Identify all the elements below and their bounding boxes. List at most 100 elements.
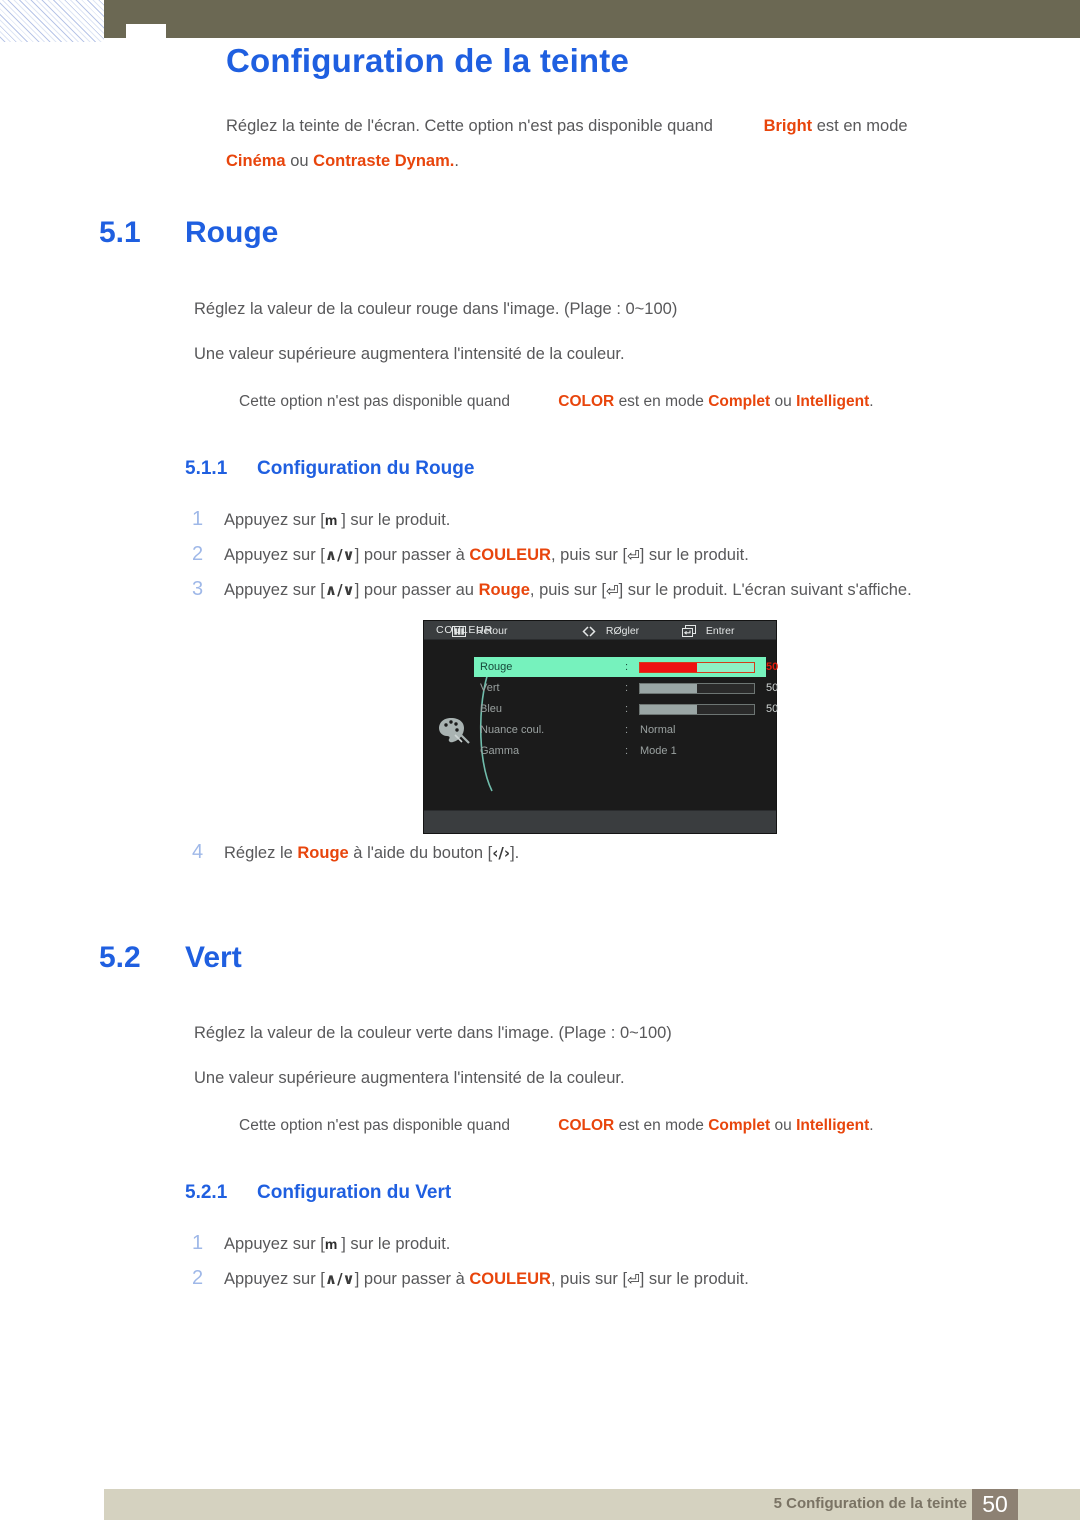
intro-term-bright: Bright — [763, 117, 813, 135]
section-heading-5-1: 5.1 Rouge — [99, 216, 278, 250]
enter-key-icon: ⏎ — [627, 547, 640, 565]
step-item: 2 Appuyez sur [∧/∨] pour passer à COULEUR… — [192, 1267, 749, 1290]
section-5-2-paragraph-2: Une valeur supérieure augmentera l'inten… — [194, 1069, 625, 1087]
step-number: 3 — [192, 578, 204, 600]
step-text-mid2: , puis sur [ — [550, 1270, 628, 1288]
step-text-post: ]. — [510, 844, 520, 862]
intro-text-post: est en mode — [816, 117, 908, 135]
step-number: 1 — [192, 508, 204, 530]
step-term-couleur: COULEUR — [469, 546, 551, 564]
osd-row-value: 50 — [766, 703, 779, 715]
enter-key-icon — [682, 625, 696, 638]
header-notch — [126, 24, 166, 38]
intro-text-pre: Réglez la teinte de l'écran. Cette optio… — [226, 117, 713, 135]
osd-row-label: Vert — [480, 682, 500, 694]
osd-slider-fill — [640, 663, 697, 672]
osd-row-bleu[interactable]: Bleu : 50 — [474, 699, 778, 719]
step-text-post: ] sur le produit. — [639, 546, 749, 564]
osd-row-colon: : — [625, 703, 629, 715]
section-title-5-1: Rouge — [185, 216, 279, 249]
osd-footer-label: Retour — [475, 625, 508, 638]
step-text-pre: Appuyez sur [ — [224, 1270, 325, 1288]
step-text-pre: Réglez le — [224, 844, 298, 862]
osd-body: Rouge : 50 Vert : 50 Bleu : 50 Nuance co… — [424, 639, 778, 811]
left-right-arrows-icon: ‹/› — [492, 844, 511, 862]
step-number: 2 — [192, 1267, 204, 1289]
osd-row-rouge[interactable]: Rouge : 50 — [474, 657, 778, 677]
step-text-pre: Appuyez sur [ — [224, 1235, 325, 1253]
step-term-rouge: Rouge — [297, 844, 349, 862]
osd-row-label: Bleu — [480, 703, 503, 715]
intro-conjunction: ou — [290, 152, 309, 170]
osd-footer-entrer[interactable]: Entrer — [682, 625, 735, 638]
decorative-stripe-pattern — [0, 0, 104, 42]
osd-row-label: Rouge — [480, 661, 513, 673]
up-down-arrows-icon: ∧/∨ — [324, 581, 355, 599]
osd-row-colon: : — [625, 724, 629, 736]
up-down-arrows-icon: ∧/∨ — [324, 1270, 355, 1288]
note-period: . — [869, 1117, 874, 1134]
note-term-intelligent: Intelligent — [796, 393, 870, 410]
step-item: 1 Appuyez sur [m ] sur le produit. — [192, 1232, 450, 1255]
step-text-post: ] sur le produit. L'écran suivant s'affi… — [618, 581, 912, 599]
section-title-5-2: Vert — [185, 941, 242, 974]
osd-slider-vert[interactable] — [639, 683, 755, 694]
osd-footer-label: Entrer — [705, 625, 735, 638]
osd-row-value: 50 — [766, 682, 779, 694]
note-term-color: COLOR — [558, 1117, 615, 1134]
osd-footer-retour[interactable]: Retour — [452, 625, 507, 637]
section-number-5-1-1: 5.1.1 — [185, 458, 228, 479]
step-text-post: ] sur le produit. — [341, 1235, 451, 1253]
step-text-mid: ] pour passer au — [354, 581, 479, 599]
step-text-pre: Appuyez sur [ — [224, 581, 325, 599]
note-pre-text: Cette option n'est pas disponible quand — [239, 1117, 510, 1134]
osd-row-nuance-coul[interactable]: Nuance coul. : Normal — [474, 720, 766, 740]
osd-row-vert[interactable]: Vert : 50 — [474, 678, 778, 698]
section-number-5-2-1: 5.2.1 — [185, 1182, 228, 1203]
enter-key-icon: ⏎ — [606, 582, 619, 600]
section-5-2-note: Cette option n'est pas disponible quand … — [239, 1117, 874, 1135]
intro-period: . — [454, 152, 459, 170]
osd-slider-fill — [640, 705, 697, 714]
menu-key-icon: m — [324, 512, 342, 528]
intro-line-1: Réglez la teinte de l'écran. Cette optio… — [226, 116, 908, 137]
osd-slider-bleu[interactable] — [639, 704, 755, 715]
section-heading-5-1-1: 5.1.1 Configuration du Rouge — [185, 458, 474, 480]
note-or: ou — [774, 393, 792, 410]
intro-term-contraste-dynam: Contraste Dynam. — [313, 152, 455, 170]
osd-slider-fill — [640, 684, 697, 693]
step-text-mid: à l'aide du bouton [ — [348, 844, 493, 862]
step-number: 4 — [192, 841, 204, 863]
osd-row-label: Nuance coul. — [480, 724, 545, 736]
section-number-5-1: 5.1 — [99, 216, 141, 249]
section-title-5-1-1: Configuration du Rouge — [257, 458, 475, 479]
osd-row-value: 50 — [766, 661, 779, 673]
osd-slider-rouge[interactable] — [639, 662, 755, 673]
section-number-5-2: 5.2 — [99, 941, 141, 974]
intro-term-cinema: Cinéma — [226, 152, 286, 170]
enter-key-icon: ⏎ — [627, 1271, 640, 1289]
osd-row-value: Mode 1 — [640, 745, 677, 757]
section-5-2-paragraph-1: Réglez la valeur de la couleur verte dan… — [194, 1024, 672, 1042]
header-band — [104, 0, 1080, 38]
step-text-pre: Appuyez sur [ — [224, 511, 325, 529]
step-text-mid: ] pour passer à — [354, 1270, 470, 1288]
step-item: 2 Appuyez sur [∧/∨] pour passer à COULEUR… — [192, 543, 749, 566]
palette-icon — [439, 718, 470, 744]
step-text-mid2: , puis sur [ — [529, 581, 607, 599]
osd-footer-regler[interactable]: RØgler — [582, 625, 639, 637]
step-text-post: ] sur le produit. — [341, 511, 451, 529]
step-text-pre: Appuyez sur [ — [224, 546, 325, 564]
step-text-mid2: , puis sur [ — [550, 546, 628, 564]
note-term-intelligent: Intelligent — [796, 1117, 870, 1134]
osd-row-colon: : — [625, 682, 629, 694]
note-period: . — [869, 393, 874, 410]
osd-screenshot-panel: COULEUR Rouge : 50 Vert : 50 Bleu: 50 N… — [424, 621, 778, 833]
note-term-complet: Complet — [708, 1117, 771, 1134]
step-item: 1 Appuyez sur [m ] sur le produit. — [192, 508, 450, 531]
step-item: 4 Réglez le Rouge à l'aide du bouton [‹/›… — [192, 841, 519, 864]
step-text-mid: ] pour passer à — [354, 546, 470, 564]
osd-row-gamma[interactable]: Gamma : Mode 1 — [474, 741, 766, 761]
osd-row-value: Normal — [640, 724, 676, 736]
note-pre-text: Cette option n'est pas disponible quand — [239, 393, 510, 410]
